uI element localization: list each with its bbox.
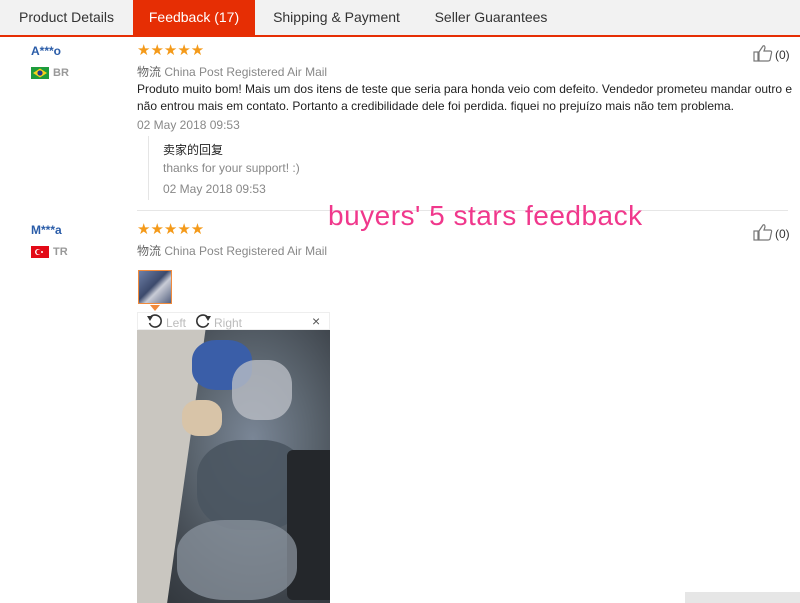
tab-feedback[interactable]: Feedback (17) xyxy=(133,0,255,37)
brazil-flag-icon xyxy=(31,66,49,79)
reply-divider xyxy=(148,136,150,200)
tab-shipping-payment[interactable]: Shipping & Payment xyxy=(255,0,418,35)
helpful-button[interactable]: (0) xyxy=(753,44,790,65)
photo-viewer-toolbar: Left Right × xyxy=(137,312,330,330)
rotate-right-label: Right xyxy=(214,315,243,330)
helpful-button[interactable]: (0) xyxy=(753,223,790,244)
thumbs-up-icon xyxy=(753,44,773,65)
country-code: BR xyxy=(53,67,69,79)
star-rating: ★★★★★ xyxy=(137,42,205,59)
photo-label xyxy=(182,400,222,436)
thumbs-up-icon xyxy=(753,223,773,244)
promo-overlay-text: buyers' 5 stars feedback xyxy=(328,200,643,231)
seller-reply-date: 02 May 2018 09:53 xyxy=(163,182,266,196)
page-corner-panel xyxy=(685,592,800,603)
tab-bar: Product Details Feedback (17) Shipping &… xyxy=(0,0,800,37)
tab-seller-guarantees[interactable]: Seller Guarantees xyxy=(418,0,564,35)
shipping-value: China Post Registered Air Mail xyxy=(164,65,328,79)
photo-clear-bag xyxy=(232,360,292,420)
shipping-label: 物流 xyxy=(137,244,162,258)
shipping-method: 物流 China Post Registered Air Mail xyxy=(137,242,327,259)
shipping-value: China Post Registered Air Mail xyxy=(164,244,328,258)
tab-product-details[interactable]: Product Details xyxy=(0,0,133,35)
shipping-method: 物流 China Post Registered Air Mail xyxy=(137,63,327,80)
review-date: 02 May 2018 09:53 xyxy=(137,118,240,132)
rotate-left-label: Left xyxy=(166,315,187,330)
close-viewer-button[interactable]: × xyxy=(312,313,320,329)
seller-reply-text: thanks for your support! :) xyxy=(163,161,300,175)
star-rating: ★★★★★ xyxy=(137,221,205,238)
turkey-flag-icon xyxy=(31,245,49,258)
buyer-name[interactable]: A***o xyxy=(31,44,61,58)
review-text: Produto muito bom! Mais um dos itens de … xyxy=(137,81,797,115)
helpful-count: (0) xyxy=(775,226,790,241)
review-photo xyxy=(137,330,330,603)
seller-reply-title: 卖家的回复 xyxy=(163,143,224,157)
shipping-label: 物流 xyxy=(137,65,162,79)
photo-bag xyxy=(177,520,297,600)
thumbnail-pointer xyxy=(150,305,160,311)
review-photo-thumbnail[interactable] xyxy=(138,270,172,304)
country-code: TR xyxy=(53,246,68,258)
review-text-line: Produto muito bom! Mais um dos itens de … xyxy=(137,82,793,96)
review-text-line: não entrou mais em contato. Portanto a c… xyxy=(137,99,735,113)
buyer-name[interactable]: M***a xyxy=(31,223,62,237)
helpful-count: (0) xyxy=(775,47,790,62)
